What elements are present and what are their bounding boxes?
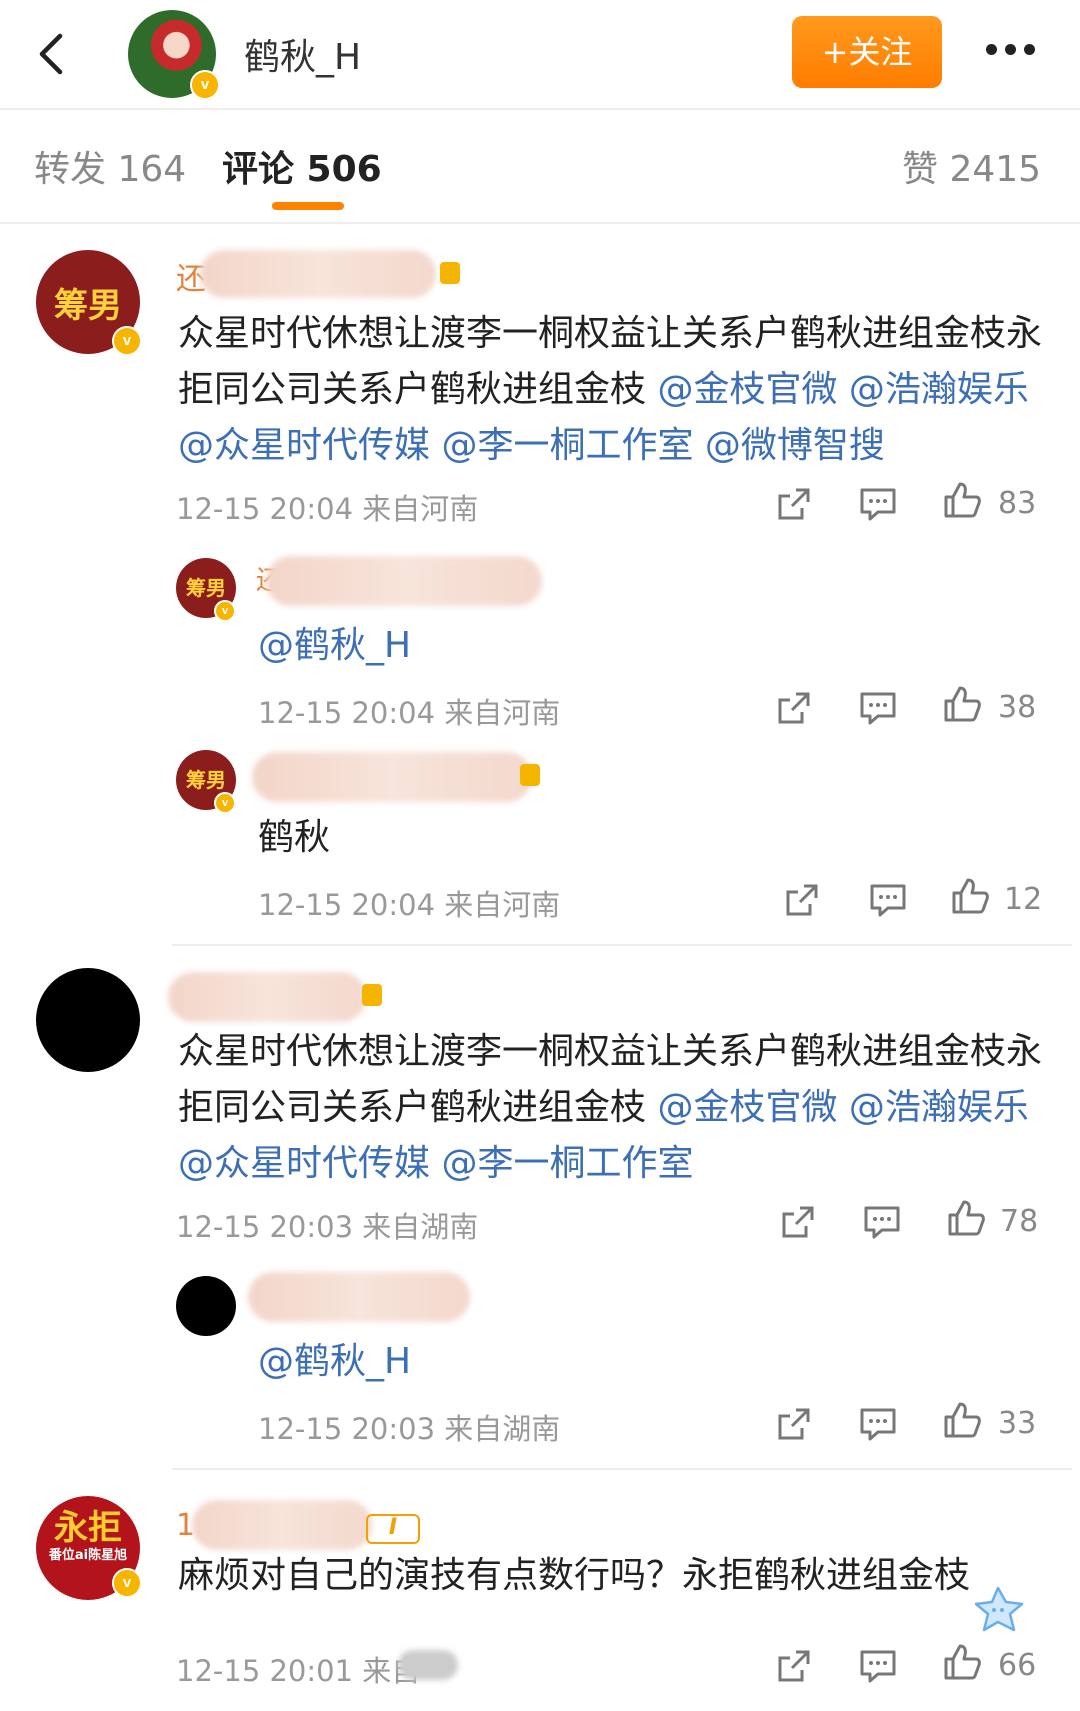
blurred-location	[398, 1650, 458, 1680]
blurred-username	[266, 556, 542, 606]
comment-text: 麻烦对自己的演技有点数行吗？永拒鹤秋进组金枝	[178, 1555, 971, 1596]
verified-icon: v	[214, 792, 236, 814]
like-icon[interactable]	[950, 876, 990, 916]
divider	[172, 1468, 1072, 1470]
blurred-username	[168, 972, 366, 1022]
follow-button[interactable]: +关注	[792, 16, 942, 88]
top-bar: v 鹤秋_H +关注	[0, 0, 1080, 110]
share-icon[interactable]	[778, 1202, 818, 1242]
comment-icon[interactable]	[858, 1646, 898, 1686]
more-dots-icon[interactable]	[986, 40, 1043, 59]
comment-icon[interactable]	[858, 1404, 898, 1444]
share-icon[interactable]	[774, 1646, 814, 1686]
like-count: 66	[998, 1648, 1037, 1683]
like-icon[interactable]	[942, 1642, 982, 1682]
reply-text[interactable]: @鹤秋_H	[258, 616, 411, 668]
author-name[interactable]: 鹤秋_H	[244, 28, 361, 80]
share-icon[interactable]	[774, 688, 814, 728]
comment-icon[interactable]	[862, 1202, 902, 1242]
like-icon[interactable]	[942, 480, 982, 520]
blurred-username	[252, 752, 532, 802]
comment-meta: 12-15 20:03 来自湖南	[176, 1210, 479, 1244]
comment-text: 众星时代休想让渡李一桐权益让关系户鹤秋进组金枝永拒同公司关系户鹤秋进组金枝 @金…	[178, 313, 1043, 466]
level-badge-icon	[362, 984, 382, 1006]
comment-icon[interactable]	[858, 688, 898, 728]
tab-reposts[interactable]: 转发 164	[34, 140, 186, 192]
back-arrow-icon[interactable]	[28, 30, 76, 78]
commenter-avatar[interactable]	[36, 968, 140, 1072]
like-count: 38	[998, 690, 1037, 725]
like-icon[interactable]	[942, 684, 982, 724]
tab-likes[interactable]: 赞 2415	[902, 140, 1041, 192]
level-badge-icon	[520, 764, 540, 786]
comment-meta: 12-15 20:01 来自	[176, 1654, 421, 1688]
reply-meta: 12-15 20:04 来自河南	[258, 888, 561, 922]
like-count: 78	[1000, 1204, 1039, 1239]
divider	[172, 944, 1072, 946]
comment-meta: 12-15 20:04 来自河南	[176, 492, 479, 526]
level-badge-icon	[440, 262, 460, 284]
share-icon[interactable]	[782, 880, 822, 920]
comment-icon[interactable]	[868, 880, 908, 920]
verified-icon: v	[190, 70, 220, 100]
like-count: 12	[1004, 882, 1043, 917]
like-icon[interactable]	[942, 1400, 982, 1440]
comment-icon[interactable]	[858, 484, 898, 524]
verified-icon: v	[112, 1568, 142, 1598]
sticker-icon	[974, 1586, 1024, 1632]
blurred-username	[248, 1272, 470, 1322]
comment-text: 众星时代休想让渡李一桐权益让关系户鹤秋进组金枝永拒同公司关系户鹤秋进组金枝 @金…	[178, 1031, 1043, 1184]
like-icon[interactable]	[946, 1198, 986, 1238]
member-badge: I	[366, 1514, 420, 1544]
reply-avatar[interactable]	[176, 1276, 236, 1336]
reply-meta: 12-15 20:03 来自湖南	[258, 1412, 561, 1446]
active-tab-indicator	[272, 202, 344, 210]
reply-meta: 12-15 20:04 来自河南	[258, 696, 561, 730]
verified-icon: v	[214, 600, 236, 622]
tab-bar: 转发 164 评论 506 赞 2415	[0, 110, 1080, 224]
divider	[172, 222, 1072, 224]
like-count: 83	[998, 486, 1037, 521]
blurred-username	[200, 250, 436, 298]
reply-text[interactable]: @鹤秋_H	[258, 1332, 411, 1384]
like-count: 33	[998, 1406, 1037, 1441]
share-icon[interactable]	[774, 1404, 814, 1444]
verified-icon: v	[112, 326, 142, 356]
blurred-username	[192, 1500, 372, 1550]
share-icon[interactable]	[774, 484, 814, 524]
reply-text: 鹤秋	[258, 817, 331, 858]
tab-comments[interactable]: 评论 506	[222, 140, 382, 192]
